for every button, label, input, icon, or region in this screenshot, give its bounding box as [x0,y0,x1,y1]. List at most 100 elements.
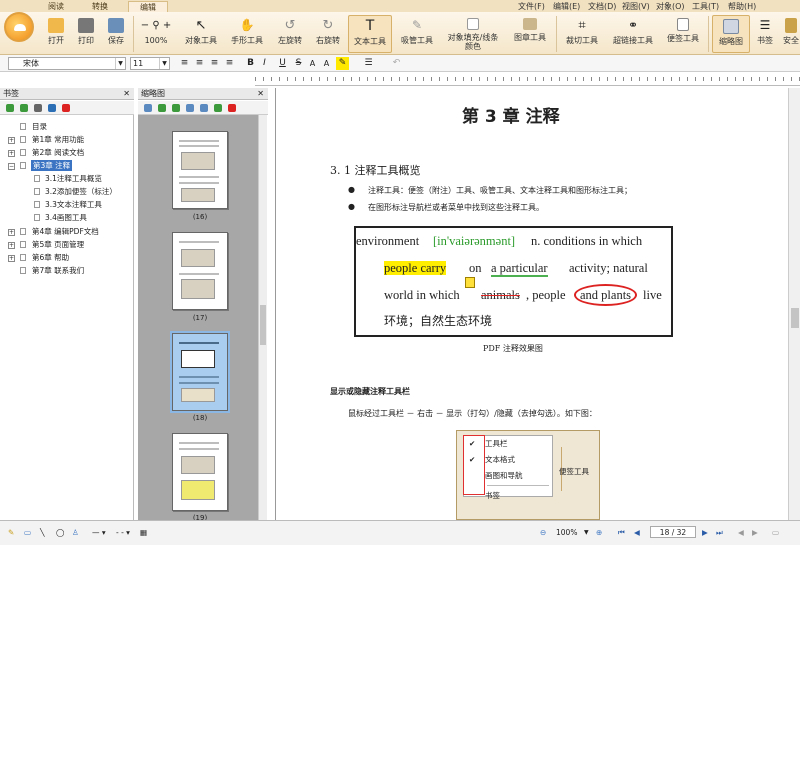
undo-icon[interactable]: ↶ [390,57,403,70]
context-menu-item[interactable]: 文本格式 [485,455,515,465]
bookmark-panel-button[interactable]: ☰ 书签 [752,15,778,53]
pen-icon[interactable]: ♙ [72,527,79,538]
crop-tool-button[interactable]: ⌗ 裁切工具 [560,15,604,53]
dash-style-icon[interactable]: - - ▾ [116,527,130,538]
bookmark-item[interactable]: 第1章 常用功能 [32,134,84,145]
tab-convert[interactable]: 转换 [82,1,118,12]
strikethrough-button[interactable]: S [292,57,305,70]
document-view[interactable]: 第 3 章 注释 3. 1 注释工具概览 ● 注释工具：便签（附注）工具、吸管工… [275,88,788,520]
menu-document[interactable]: 文档(D) [588,1,616,12]
object-tool-button[interactable]: ↖ 对象工具 [180,15,222,53]
add-child-icon[interactable] [20,104,28,112]
document-scrollbar[interactable] [788,88,800,520]
tab-read[interactable]: 阅读 [38,1,74,12]
last-page-icon[interactable]: ⏭ [716,527,723,538]
context-menu-item[interactable]: 书签 [485,491,500,501]
italic-button[interactable]: I [258,57,271,70]
menu-help[interactable]: 帮助(H) [728,1,756,12]
bookmark-item[interactable]: 3.4画图工具 [45,212,87,223]
ellipse-icon[interactable]: ◯ [56,527,64,538]
page-up-icon[interactable] [214,104,222,112]
zoom-in-icon[interactable]: ⊕ [596,527,602,538]
search-icon[interactable] [48,104,56,112]
expand-icon[interactable]: + [8,229,15,236]
context-menu-item[interactable]: 工具栏 [485,439,508,449]
menu-object[interactable]: 对象(O) [656,1,685,12]
align-center-icon[interactable]: ≡ [193,57,206,70]
align-left-icon[interactable]: ≡ [178,57,191,70]
underline-annotation[interactable]: a particular [491,261,548,277]
extract-page-icon[interactable] [172,104,180,112]
page-thumbnail[interactable] [172,232,228,310]
expand-icon[interactable]: + [8,242,15,249]
bookmark-item[interactable]: 第7章 联系我们 [32,265,84,276]
next-page-icon[interactable]: ▶ [702,527,708,538]
fill-stroke-button[interactable]: 对象填充/线条 颜色 [442,15,504,53]
pencil-icon[interactable]: ✎ [8,527,14,538]
rotate-left-button[interactable]: ↺ 左旋转 [272,15,308,53]
page-thumbnail[interactable] [172,433,228,511]
thumbnail-scrollbar[interactable] [258,115,267,520]
rectangle-icon[interactable]: ▭ [24,527,31,538]
strikeout-annotation[interactable]: animals [481,288,520,302]
bold-button[interactable]: B [244,57,257,70]
font-size-select[interactable]: 11 ▼ [130,57,170,70]
note-tool-button[interactable]: 便签工具 [662,15,704,53]
subscript-button[interactable]: A [320,57,333,70]
prev-page-icon[interactable]: ◀ [634,527,640,538]
bookmark-item[interactable]: 3.2添加便签（标注） [45,186,117,197]
horizontal-ruler[interactable] [255,72,800,86]
menu-edit[interactable]: 编辑(E) [553,1,580,12]
chevron-down-icon[interactable]: ▼ [584,527,589,538]
highlight-icon[interactable]: ✎ [336,57,349,70]
bookmark-item[interactable]: 第2章 阅读文档 [32,147,84,158]
bookmark-item[interactable]: 3.3文本注释工具 [45,199,102,210]
zoom-value[interactable]: 100% [556,527,577,538]
context-menu-item[interactable]: 画图和导航 [485,471,523,481]
grid-icon[interactable]: ▦ [140,527,147,538]
eyedropper-tool-button[interactable]: ✎ 吸管工具 [396,15,438,53]
bookmark-item[interactable]: 第6章 帮助 [32,252,69,263]
bookmark-item[interactable]: 3.1注释工具概览 [45,173,102,184]
collapse-icon[interactable]: − [8,163,15,170]
text-tool-button[interactable]: T 文本工具 [348,15,392,53]
stamp-tool-button[interactable]: 图章工具 [508,15,552,53]
menu-view[interactable]: 视图(V) [622,1,650,12]
font-icon[interactable] [34,104,42,112]
expand-icon[interactable]: + [8,137,15,144]
expand-icon[interactable]: + [8,255,15,262]
zoom-out-icon[interactable]: ⊖ [540,527,546,538]
page-thumbnail-selected[interactable] [170,331,230,413]
align-justify-icon[interactable]: ≡ [223,57,236,70]
page-thumbnail[interactable] [172,131,228,209]
print-button[interactable]: 打印 [72,15,100,53]
bookmark-item[interactable]: 第4章 编辑PDF文档 [32,226,99,237]
list-icon[interactable]: ☰ [362,57,375,70]
underline-button[interactable]: U [276,57,289,70]
add-bookmark-icon[interactable] [6,104,14,112]
menu-file[interactable]: 文件(F) [518,1,545,12]
expand-icon[interactable]: + [8,150,15,157]
hand-tool-button[interactable]: ✋ 手形工具 [226,15,268,53]
close-icon[interactable]: ✕ [257,88,264,99]
highlight-annotation[interactable]: people carry [384,261,447,275]
sticky-note-icon[interactable] [465,277,475,288]
rotate-right-button[interactable]: ↻ 右旋转 [310,15,346,53]
bookmark-item-selected[interactable]: 第3章 注释 [31,160,73,171]
forward-icon[interactable]: ▶ [752,527,758,538]
thumbnail-panel-button[interactable]: 缩略图 [712,15,750,53]
superscript-button[interactable]: A [306,57,319,70]
close-icon[interactable]: ✕ [123,88,130,99]
line-icon[interactable]: ╲ [40,527,45,538]
link-tool-button[interactable]: ⚭ 超链接工具 [608,15,658,53]
move-page-icon[interactable] [200,104,208,112]
app-logo-icon[interactable] [4,12,34,42]
page-number-field[interactable]: 18 / 32 [650,526,696,538]
delete-page-icon[interactable] [228,104,236,112]
zoom-control[interactable]: − ⚲ +100% [136,15,176,53]
save-button[interactable]: 保存 [102,15,130,53]
first-page-icon[interactable]: ⏮ [618,527,625,538]
bookmark-item[interactable]: 目录 [32,121,47,132]
back-icon[interactable]: ◀ [738,527,744,538]
align-right-icon[interactable]: ≡ [208,57,221,70]
